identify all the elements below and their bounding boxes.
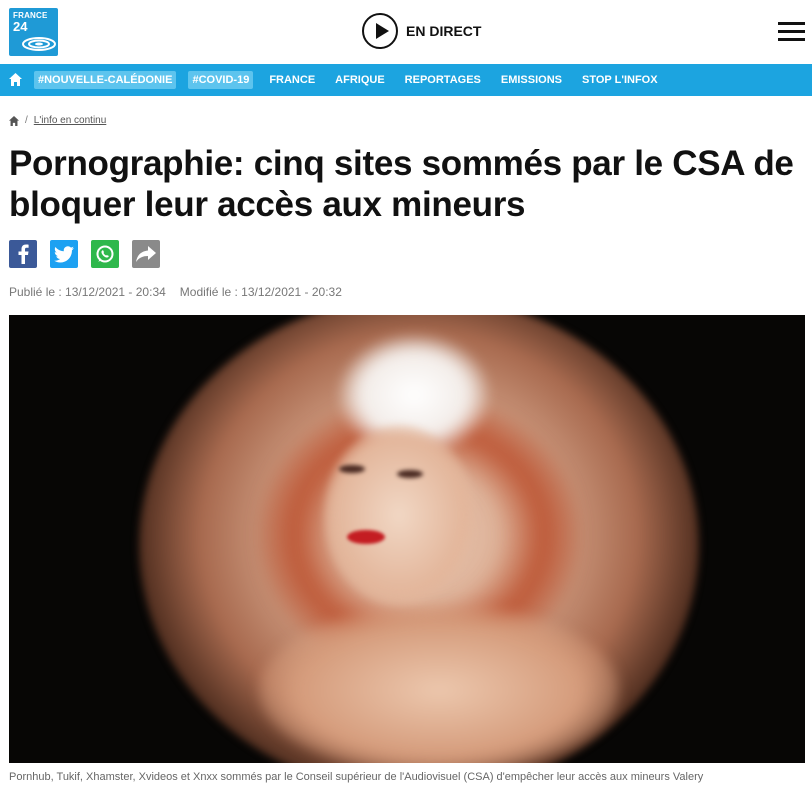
nav-link-reportages[interactable]: REPORTAGES — [405, 74, 481, 86]
breadcrumb-home-icon[interactable] — [9, 115, 19, 126]
breadcrumb: / L'info en continu — [9, 115, 106, 126]
live-button[interactable]: EN DIRECT — [362, 13, 481, 49]
facebook-icon[interactable] — [9, 240, 37, 268]
breadcrumb-separator: / — [25, 115, 28, 126]
article-image — [9, 315, 805, 763]
nav-link-emissions[interactable]: EMISSIONS — [501, 74, 562, 86]
share-icon[interactable] — [132, 240, 160, 268]
nav-tag-nouvelle-caledonie[interactable]: #NOUVELLE-CALÉDONIE — [34, 71, 177, 89]
nav-link-afrique[interactable]: AFRIQUE — [335, 74, 385, 86]
nav-home-icon[interactable] — [0, 64, 32, 96]
whatsapp-icon[interactable] — [91, 240, 119, 268]
published-date: Publié le : 13/12/2021 - 20:34 — [9, 285, 166, 299]
hamburger-icon[interactable] — [778, 22, 805, 42]
nav-link-stop-infox[interactable]: STOP L'INFOX — [582, 74, 658, 86]
image-caption: Pornhub, Tukif, Xhamster, Xvideos et Xnx… — [9, 771, 704, 783]
modified-date: Modifié le : 13/12/2021 - 20:32 — [179, 285, 342, 299]
play-icon — [362, 13, 398, 49]
twitter-icon[interactable] — [50, 240, 78, 268]
share-bar — [9, 240, 173, 268]
logo-waves-icon — [22, 37, 56, 51]
article-title: Pornographie: cinq sites sommés par le C… — [9, 144, 794, 224]
france24-logo[interactable]: FRANCE 24 — [9, 8, 58, 56]
site-header: FRANCE 24 EN DIRECT — [0, 0, 812, 64]
nav-tag-covid[interactable]: #COVID-19 — [188, 71, 254, 89]
main-nav: #NOUVELLE-CALÉDONIE #COVID-19 FRANCE AFR… — [0, 64, 812, 96]
nav-link-france[interactable]: FRANCE — [269, 74, 315, 86]
live-label: EN DIRECT — [406, 23, 482, 39]
article-dates: Publié le : 13/12/2021 - 20:34 Modifié l… — [9, 285, 342, 299]
breadcrumb-link[interactable]: L'info en continu — [34, 115, 107, 126]
